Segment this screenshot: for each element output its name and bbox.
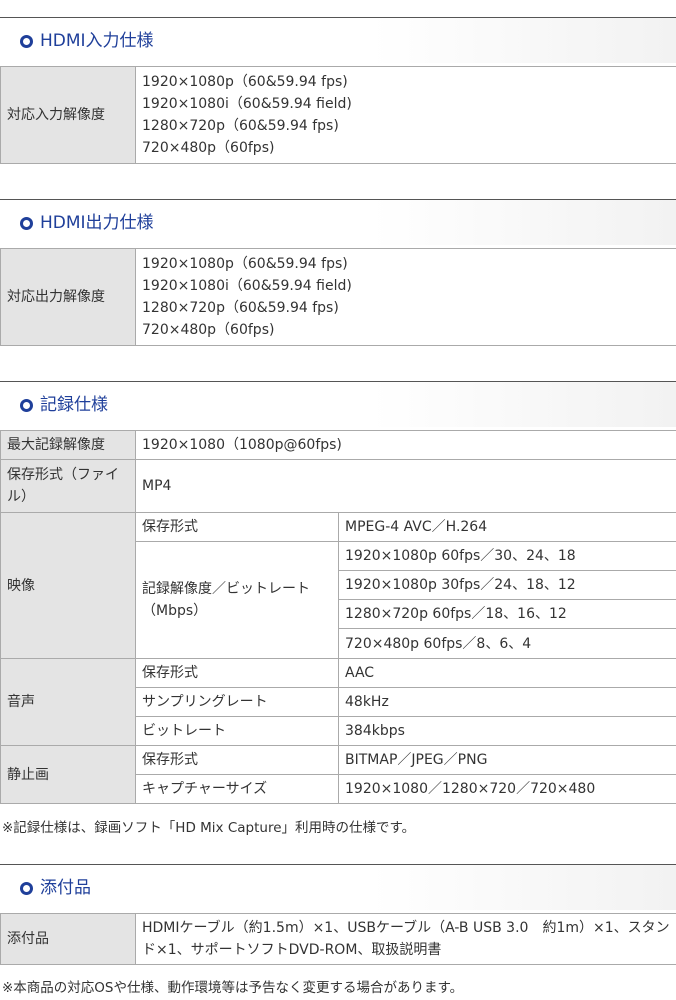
circle-bullet-icon xyxy=(20,35,33,48)
table-row: 対応出力解像度 1920×1080p（60&59.94 fps) 1920×10… xyxy=(0,248,676,346)
section-header-hdmi-input: HDMI入力仕様 xyxy=(0,17,676,63)
section-header-accessories: 添付品 xyxy=(0,864,676,910)
footer-note: ※本商品の対応OSや仕様、動作環境等は予告なく変更する場合があります。 xyxy=(2,980,464,996)
section-title: HDMI入力仕様 xyxy=(40,31,154,51)
group-label-still: 静止画 xyxy=(0,745,136,804)
section-title: HDMI出力仕様 xyxy=(40,213,154,233)
resolution-item: 1280×720p（60&59.94 fps) xyxy=(142,118,339,134)
sub-label: 記録解像度／ビットレート（Mbps） xyxy=(135,541,339,659)
row-value: 1920×1080（1080p@60fps) xyxy=(134,430,676,460)
resolution-item: 1920×1080i（60&59.94 field) xyxy=(142,96,352,112)
resolution-item: 720×480p（60fps) xyxy=(142,140,275,156)
resolution-item: 1920×1080i（60&59.94 field) xyxy=(142,278,352,294)
table-row: 音声 保存形式 AAC xyxy=(0,658,676,746)
sub-label: 保存形式 xyxy=(135,512,339,542)
table-row: 映像 保存形式 MPEG-4 AVC／H.264 xyxy=(0,512,676,659)
table-row: 最大記録解像度 1920×1080（1080p@60fps) xyxy=(0,430,676,460)
row-value: 1920×1080p（60&59.94 fps) 1920×1080i（60&5… xyxy=(135,248,676,346)
row-value: AAC xyxy=(337,658,676,688)
sub-label: キャプチャーサイズ xyxy=(135,774,339,804)
recording-note: ※記録仕様は、録画ソフト「HD Mix Capture」利用時の仕様です。 xyxy=(2,820,416,836)
row-value: BITMAP／JPEG／PNG xyxy=(337,745,676,775)
row-value: HDMIケーブル（約1.5m）×1、USBケーブル（A-B USB 3.0 約1… xyxy=(135,913,676,965)
group-label-video: 映像 xyxy=(0,512,136,659)
bitrate-item: 1920×1080p 60fps／30、24、18 xyxy=(337,541,676,571)
hdmi-output-table: 対応出力解像度 1920×1080p（60&59.94 fps) 1920×10… xyxy=(0,248,676,346)
accessories-table: 添付品 HDMIケーブル（約1.5m）×1、USBケーブル（A-B USB 3.… xyxy=(0,913,676,965)
group-label-audio: 音声 xyxy=(0,658,136,746)
table-row: 静止画 保存形式 BITMAP／JPEG／PNG xyxy=(0,745,676,804)
table-row: 保存形式（ファイル） MP4 xyxy=(0,459,676,513)
resolution-item: 1920×1080p（60&59.94 fps) xyxy=(142,256,348,272)
row-value: 48kHz xyxy=(337,687,676,717)
row-label: 最大記録解像度 xyxy=(0,430,136,460)
section-title: 添付品 xyxy=(40,878,91,898)
row-value: MPEG-4 AVC／H.264 xyxy=(337,512,676,542)
row-label: 添付品 xyxy=(0,913,136,965)
row-value: 1920×1080／1280×720／720×480 xyxy=(337,774,676,804)
sub-label: 保存形式 xyxy=(135,658,339,688)
row-label: 対応入力解像度 xyxy=(0,66,136,164)
sub-label: 保存形式 xyxy=(135,745,339,775)
resolution-item: 1280×720p（60&59.94 fps) xyxy=(142,300,339,316)
bitrate-item: 720×480p 60fps／8、6、4 xyxy=(337,628,676,659)
row-value: 1920×1080p（60&59.94 fps) 1920×1080i（60&5… xyxy=(135,66,676,164)
sub-label: ビットレート xyxy=(135,716,339,746)
circle-bullet-icon xyxy=(20,882,33,895)
bitrate-item: 1920×1080p 30fps／24、18、12 xyxy=(337,570,676,600)
table-row: 対応入力解像度 1920×1080p（60&59.94 fps) 1920×10… xyxy=(0,66,676,164)
sub-label: サンプリングレート xyxy=(135,687,339,717)
bitrate-item: 1280×720p 60fps／18、16、12 xyxy=(337,599,676,629)
row-value: 384kbps xyxy=(337,716,676,746)
section-header-recording: 記録仕様 xyxy=(0,381,676,427)
circle-bullet-icon xyxy=(20,399,33,412)
circle-bullet-icon xyxy=(20,217,33,230)
row-label: 保存形式（ファイル） xyxy=(0,459,136,513)
row-label: 対応出力解像度 xyxy=(0,248,136,346)
resolution-item: 720×480p（60fps) xyxy=(142,322,275,338)
resolution-item: 1920×1080p（60&59.94 fps) xyxy=(142,74,348,90)
table-row: 添付品 HDMIケーブル（約1.5m）×1、USBケーブル（A-B USB 3.… xyxy=(0,913,676,965)
section-header-hdmi-output: HDMI出力仕様 xyxy=(0,199,676,245)
section-title: 記録仕様 xyxy=(40,395,108,415)
row-value: MP4 xyxy=(134,459,676,513)
recording-table: 最大記録解像度 1920×1080（1080p@60fps) 保存形式（ファイル… xyxy=(0,430,676,804)
hdmi-input-table: 対応入力解像度 1920×1080p（60&59.94 fps) 1920×10… xyxy=(0,66,676,164)
